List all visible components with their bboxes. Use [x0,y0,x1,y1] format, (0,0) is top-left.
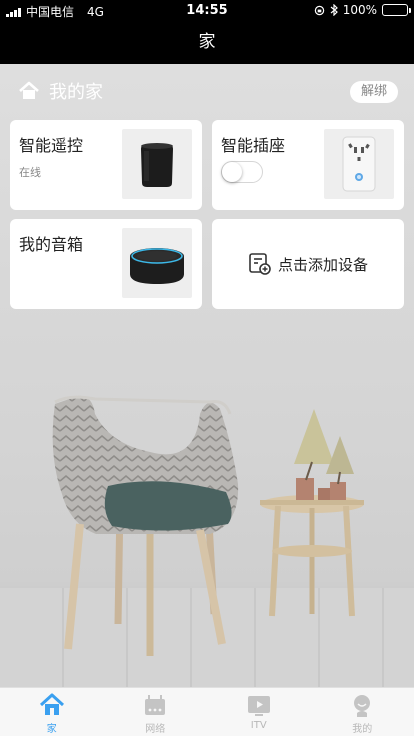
device-name: 智能插座 [221,136,286,155]
device-status: 在线 [19,166,41,179]
tv-icon [247,696,270,716]
tab-home[interactable]: 家 [0,688,104,736]
speaker-device-image [122,228,192,298]
socket-device-image [324,129,394,199]
unbind-button[interactable]: 解绑 [350,81,398,103]
home-background: 我的家 解绑 智能遥控 在线 智能插座 我的音箱 点击添加设备 [0,64,414,687]
tab-label: 家 [46,724,57,735]
tab-mine[interactable]: 我的 [311,688,414,736]
home-header: 我的家 [18,78,103,104]
device-card-socket[interactable]: 智能插座 [212,120,404,210]
add-device-label: 点击添加设备 [277,255,368,274]
device-card-speaker[interactable]: 我的音箱 [10,219,202,309]
device-card-remote[interactable]: 智能遥控 在线 [10,120,202,210]
add-device-content: 点击添加设备 [212,219,404,309]
tab-bar: 家 网络 ITV 我的 [0,687,414,736]
rotation-lock-icon [314,5,324,15]
profile-icon [354,695,371,717]
nav-bar: 家 [0,20,414,64]
home-icon [19,81,39,99]
status-right: 100% [314,3,411,17]
router-icon [145,695,166,715]
bluetooth-icon [330,4,338,16]
tab-network[interactable]: 网络 [104,688,208,736]
tab-label: 我的 [352,724,373,735]
socket-power-toggle[interactable] [221,161,263,183]
page-title: 家 [198,32,216,52]
add-device-card[interactable]: 点击添加设备 [212,219,404,309]
add-device-icon [249,253,271,275]
battery-icon [382,4,411,16]
status-bar: 中国电信 4G 14:55 100% [0,0,414,20]
battery-percent: 100% [342,3,377,17]
toggle-knob [222,162,242,182]
tab-label: ITV [250,720,267,731]
device-name: 我的音箱 [19,235,84,254]
remote-device-image [122,129,192,199]
device-name: 智能遥控 [19,136,84,155]
home-icon [39,693,64,715]
tab-label: 网络 [145,724,166,735]
tab-itv[interactable]: ITV [207,688,311,736]
home-title: 我的家 [49,82,103,103]
